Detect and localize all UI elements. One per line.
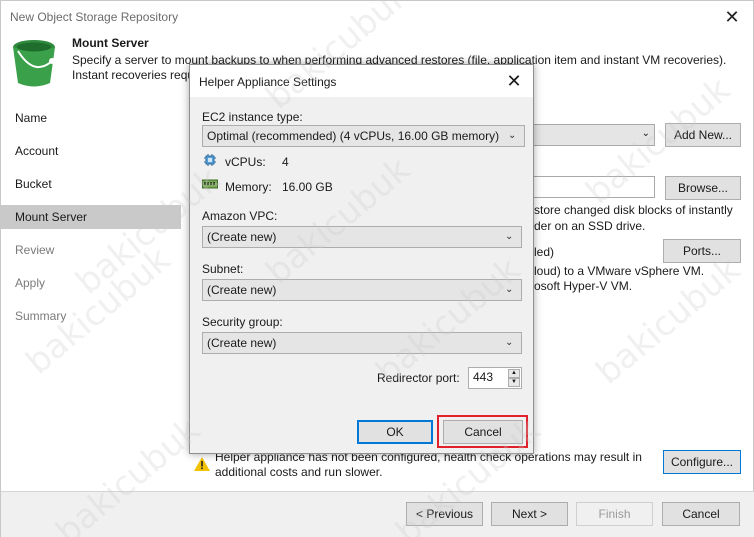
dialog-title-bar: Helper Appliance Settings ✕ bbox=[190, 65, 533, 97]
ec2-instance-type-label: EC2 instance type: bbox=[202, 110, 303, 124]
amazon-vpc-value: (Create new) bbox=[207, 230, 277, 244]
step-name[interactable]: Name bbox=[1, 106, 181, 130]
wizard-window: New Object Storage Repository ✕ Mount Se… bbox=[0, 0, 754, 537]
instant-recovery-folder-input[interactable] bbox=[531, 176, 655, 198]
helper-appliance-dialog: Helper Appliance Settings ✕ EC2 instance… bbox=[189, 64, 534, 454]
window-close-button[interactable]: ✕ bbox=[721, 6, 743, 28]
wizard-cancel-button[interactable]: Cancel bbox=[662, 502, 740, 526]
memory-value: 16.00 GB bbox=[282, 180, 333, 194]
memory-label: Memory: bbox=[225, 180, 272, 194]
step-summary: Summary bbox=[15, 309, 67, 323]
ok-button[interactable]: OK bbox=[357, 420, 433, 444]
write-cache-text-2: der on an SSD drive. bbox=[534, 219, 646, 233]
chevron-down-icon: ⌄ bbox=[641, 128, 650, 139]
step-apply: Apply bbox=[15, 276, 46, 290]
step-review: Review bbox=[15, 243, 55, 257]
chevron-down-icon: ⌄ bbox=[505, 284, 514, 295]
cancel-highlight-annotation bbox=[437, 415, 528, 448]
finish-button: Finish bbox=[576, 502, 653, 526]
bucket-icon bbox=[8, 37, 60, 89]
dialog-close-button[interactable]: ✕ bbox=[503, 70, 525, 92]
add-new-button[interactable]: Add New... bbox=[665, 123, 741, 147]
increment-icon[interactable]: ▲ bbox=[508, 369, 520, 378]
title-bar: New Object Storage Repository ✕ bbox=[1, 1, 754, 33]
cpu-icon bbox=[204, 154, 216, 166]
write-cache-text-1: store changed disk blocks of instantly bbox=[534, 203, 733, 217]
next-button[interactable]: Next > bbox=[491, 502, 568, 526]
mount-server-select[interactable]: ⌄ bbox=[531, 124, 655, 146]
browse-button[interactable]: Browse... bbox=[665, 176, 741, 200]
chevron-down-icon: ⌄ bbox=[505, 337, 514, 348]
security-group-value: (Create new) bbox=[207, 336, 277, 350]
step-account[interactable]: Account bbox=[1, 139, 181, 163]
amazon-vpc-select[interactable]: (Create new) ⌄ bbox=[202, 226, 522, 248]
vcpus-label: vCPUs: bbox=[225, 155, 266, 169]
subnet-value: (Create new) bbox=[207, 283, 277, 297]
stepper-buttons: ▲ ▼ bbox=[508, 369, 520, 387]
vcpus-value: 4 bbox=[282, 155, 289, 169]
step-mount-server[interactable]: Mount Server bbox=[1, 205, 181, 229]
chevron-down-icon: ⌄ bbox=[505, 231, 514, 242]
ec2-instance-type-select[interactable]: Optimal (recommended) (4 vCPUs, 16.00 GB… bbox=[202, 125, 525, 147]
chevron-down-icon: ⌄ bbox=[508, 130, 517, 141]
subnet-label: Subnet: bbox=[202, 262, 244, 276]
previous-button[interactable]: < Previous bbox=[406, 502, 483, 526]
wizard-steps: Name Account Bucket Mount Server Review … bbox=[1, 99, 181, 491]
security-group-select[interactable]: (Create new) ⌄ bbox=[202, 332, 522, 354]
dialog-body: EC2 instance type: Optimal (recommended)… bbox=[190, 97, 533, 453]
window-title: New Object Storage Repository bbox=[10, 10, 179, 24]
redirector-port-stepper[interactable]: 443 ▲ ▼ bbox=[468, 367, 522, 389]
memory-icon bbox=[202, 179, 218, 189]
redirector-port-label: Redirector port: bbox=[377, 371, 460, 385]
ports-button[interactable]: Ports... bbox=[663, 239, 741, 263]
dialog-title: Helper Appliance Settings bbox=[199, 75, 337, 89]
hyperv-text: osoft Hyper-V VM. bbox=[534, 279, 633, 293]
vpower-nfs-text: led) bbox=[534, 245, 555, 259]
step-bucket[interactable]: Bucket bbox=[1, 172, 181, 196]
configure-button[interactable]: Configure... bbox=[663, 450, 741, 474]
warning-text-2: additional costs and run slower. bbox=[215, 465, 383, 479]
amazon-vpc-label: Amazon VPC: bbox=[202, 209, 278, 223]
vsphere-text: loud) to a VMware vSphere VM. bbox=[534, 264, 705, 278]
subnet-select[interactable]: (Create new) ⌄ bbox=[202, 279, 522, 301]
warning-icon bbox=[194, 457, 210, 471]
page-title: Mount Server bbox=[72, 36, 149, 50]
decrement-icon[interactable]: ▼ bbox=[508, 378, 520, 387]
ec2-instance-type-value: Optimal (recommended) (4 vCPUs, 16.00 GB… bbox=[207, 129, 500, 143]
security-group-label: Security group: bbox=[202, 315, 283, 329]
redirector-port-value: 443 bbox=[473, 370, 494, 384]
wizard-footer: < Previous Next > Finish Cancel bbox=[1, 492, 754, 537]
